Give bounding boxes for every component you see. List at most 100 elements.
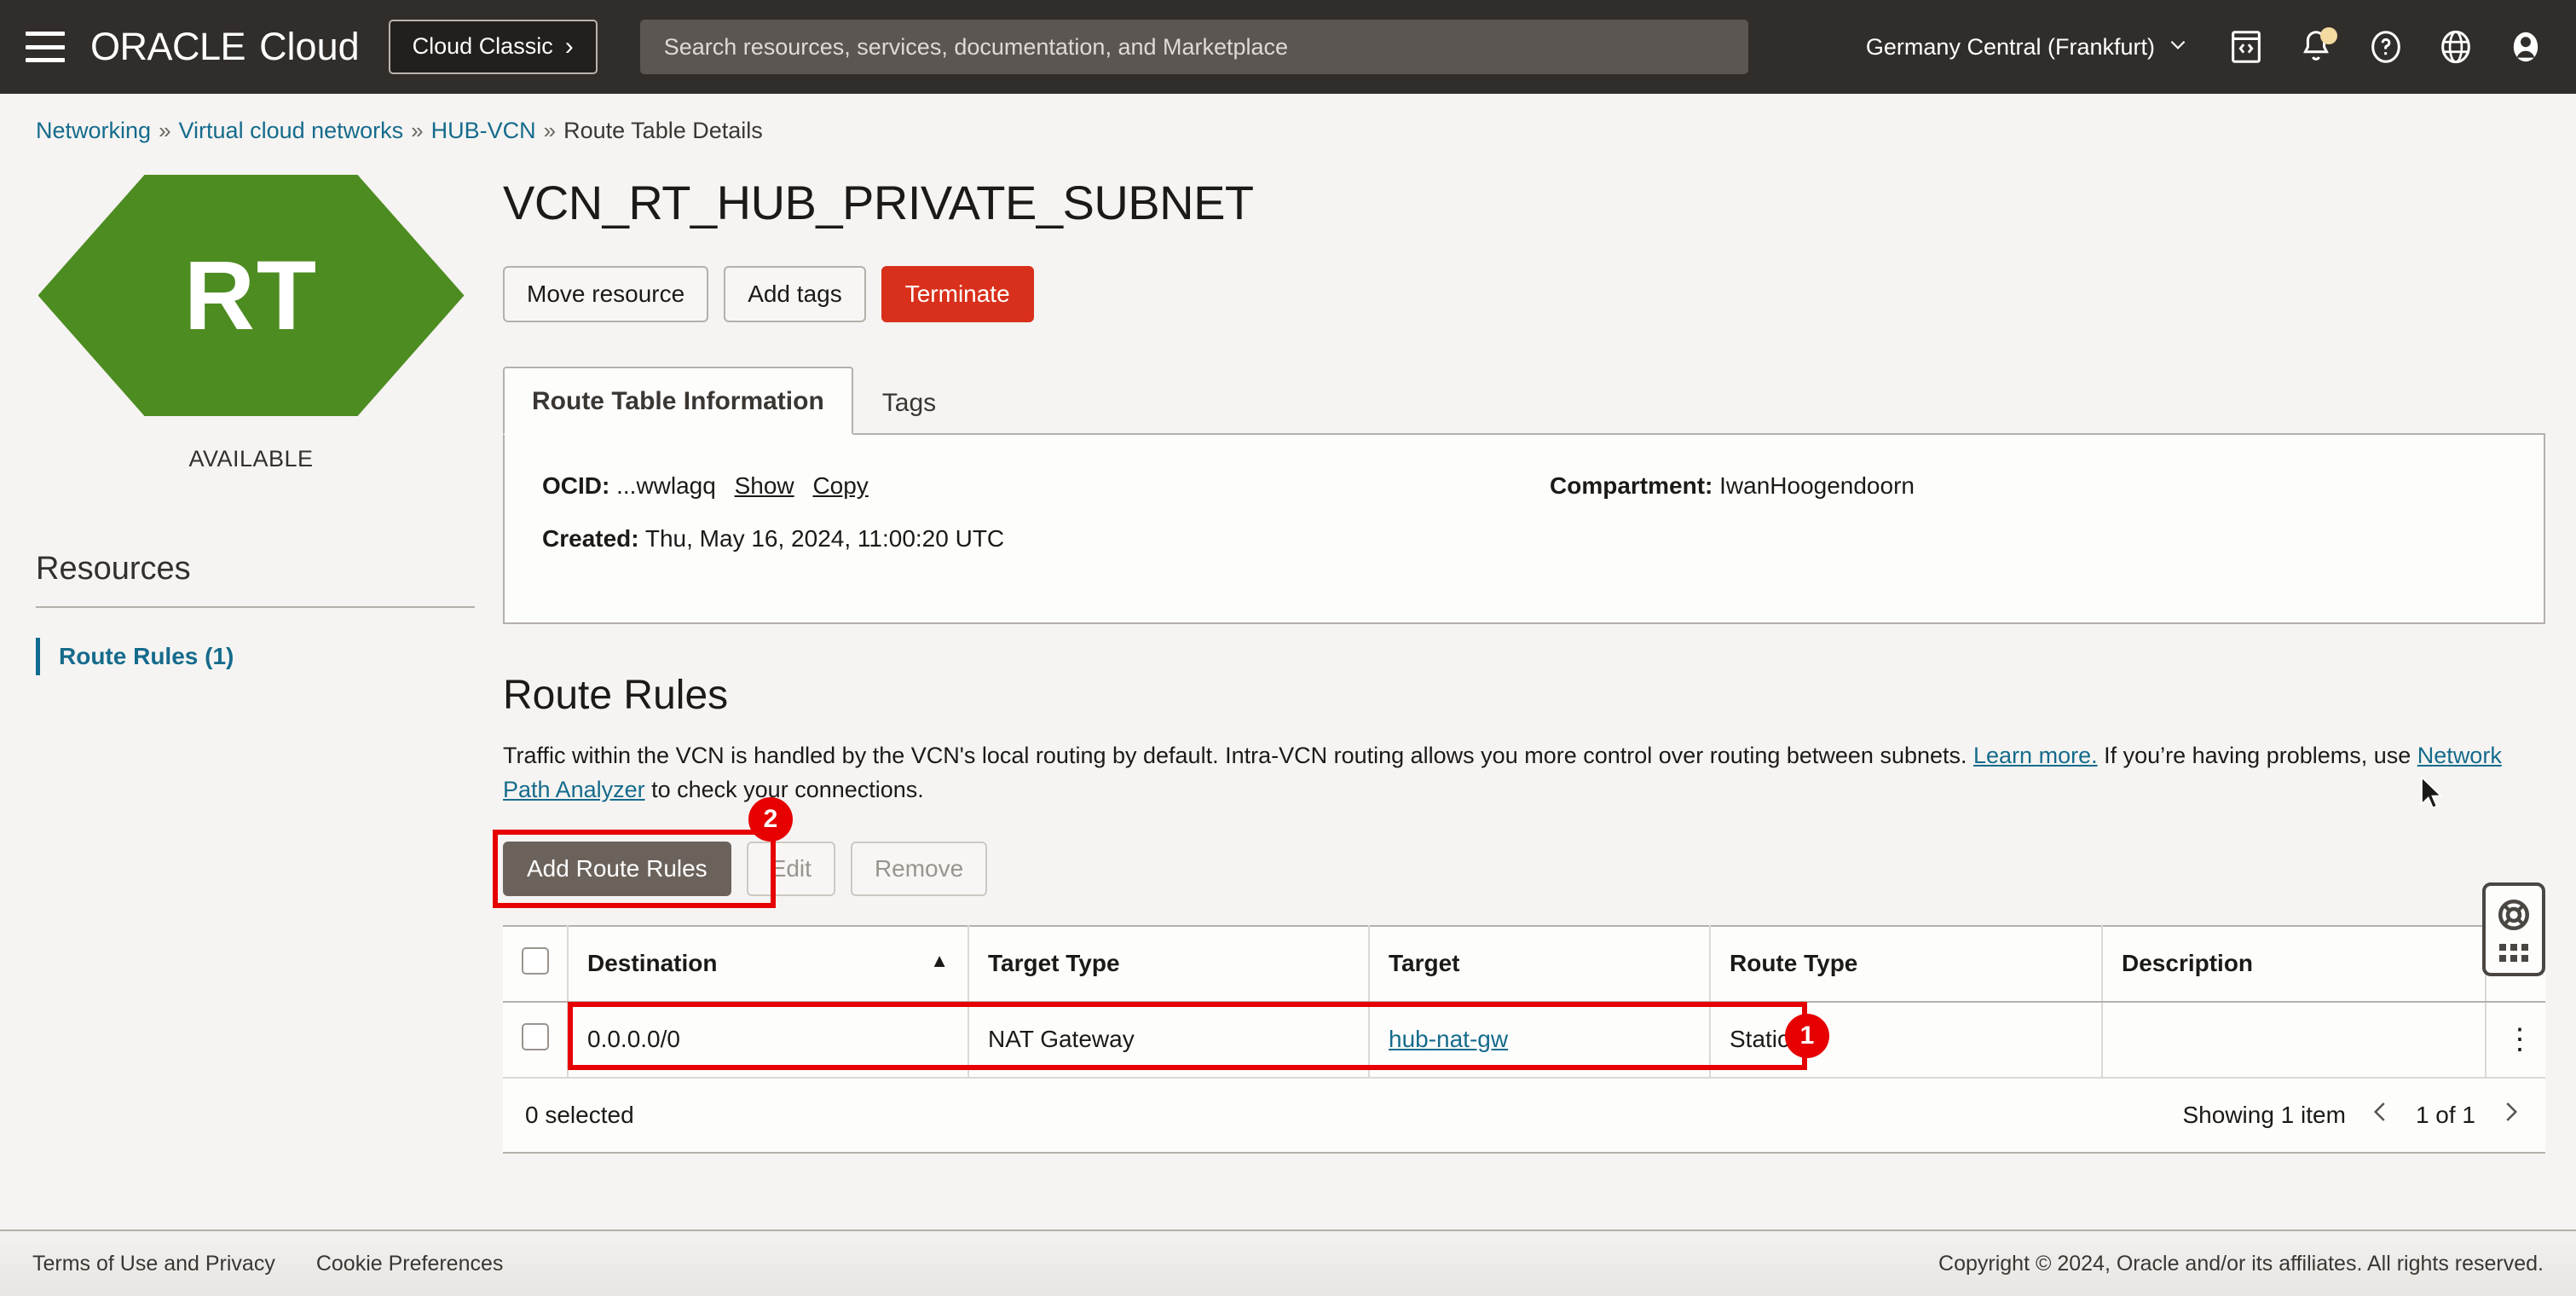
- oracle-wordmark: ORACLE: [90, 25, 246, 68]
- ocid-value: ...wwlagq: [616, 472, 716, 499]
- showing-items-label: Showing 1 item: [2182, 1101, 2346, 1128]
- top-navigation-bar: ORACLE Cloud Cloud Classic › Germany Cen…: [0, 0, 2576, 94]
- breadcrumb-item-hub-vcn[interactable]: HUB-VCN: [431, 118, 536, 144]
- breadcrumb-item-virtual-cloud-networks[interactable]: Virtual cloud networks: [179, 118, 404, 144]
- resources-divider: [36, 606, 475, 608]
- page-action-buttons: Move resource Add tags Terminate: [503, 266, 2545, 322]
- cell-description: [2102, 1001, 2486, 1079]
- annotation-badge-1: 1: [1785, 1013, 1829, 1058]
- page-footer: Terms of Use and Privacy Cookie Preferen…: [0, 1229, 2576, 1296]
- notification-badge: [2320, 27, 2337, 44]
- user-avatar-icon[interactable]: [2506, 27, 2545, 67]
- route-rules-table: Destination ▲ Target Type Target Route T…: [503, 924, 2545, 1079]
- ocid-copy-link[interactable]: Copy: [812, 472, 868, 499]
- row-actions-cell: ⋮: [2486, 1001, 2545, 1079]
- pagination-controls: Showing 1 item 1 of 1: [2183, 1099, 2524, 1131]
- selected-count-label: 0 selected: [525, 1101, 634, 1128]
- lifebuoy-icon: [2496, 897, 2532, 937]
- column-header-description[interactable]: Description: [2102, 924, 2486, 1003]
- table-footer: 0 selected Showing 1 item 1 of 1: [503, 1078, 2545, 1154]
- status-badge: AVAILABLE: [188, 446, 314, 472]
- sidebar-item-label: Route Rules (1): [59, 643, 234, 669]
- column-label-destination: Destination: [587, 950, 718, 976]
- cell-target-type: NAT Gateway: [968, 1001, 1370, 1079]
- add-tags-button[interactable]: Add tags: [724, 266, 866, 322]
- page-title: VCN_RT_HUB_PRIVATE_SUBNET: [503, 176, 1254, 229]
- breadcrumb-separator: »: [411, 118, 424, 143]
- created-field: Created: Thu, May 16, 2024, 11:00:20 UTC: [542, 525, 1499, 553]
- help-question-icon[interactable]: [2366, 27, 2406, 67]
- top-bar-right-actions: Germany Central (Frankfurt): [1866, 27, 2545, 67]
- tab-tags[interactable]: Tags: [853, 368, 965, 435]
- table-row[interactable]: 0.0.0.0/0 NAT Gateway hub-nat-gw Static …: [503, 1001, 2545, 1079]
- row-kebab-menu-icon[interactable]: ⋮: [2505, 1025, 2534, 1053]
- drag-dots-handle[interactable]: [2499, 943, 2528, 962]
- resources-heading: Resources: [36, 551, 191, 587]
- compartment-label: Compartment:: [1550, 472, 1713, 499]
- content-area: VCN_RT_HUB_PRIVATE_SUBNET Move resource …: [493, 175, 2576, 1154]
- oracle-cloud-logo[interactable]: ORACLE Cloud: [90, 25, 360, 69]
- move-resource-button[interactable]: Move resource: [503, 266, 709, 322]
- cell-destination: 0.0.0.0/0: [568, 1001, 969, 1079]
- select-all-checkbox[interactable]: [521, 946, 549, 975]
- main-layout: RT AVAILABLE Resources Route Rules (1) V…: [0, 144, 2576, 1154]
- copyright-text: Copyright © 2024, Oracle and/or its affi…: [1938, 1251, 2544, 1276]
- annotation-badge-2: 2: [748, 796, 793, 842]
- cookie-preferences-link[interactable]: Cookie Preferences: [316, 1252, 504, 1276]
- route-rules-table-wrapper: Destination ▲ Target Type Target Route T…: [503, 882, 2545, 1154]
- row-select-cell: [503, 1001, 569, 1079]
- breadcrumb-separator: »: [159, 118, 171, 143]
- ocid-field: OCID: ...wwlagq Show Copy: [542, 472, 1499, 500]
- help-support-widget[interactable]: [2482, 882, 2545, 976]
- active-indicator: [36, 638, 40, 675]
- route-rules-toolbar: Add Route Rules Edit Remove 2: [493, 796, 2545, 908]
- tab-bar: Route Table Information Tags: [503, 365, 2545, 435]
- row-checkbox[interactable]: [521, 1022, 549, 1050]
- resource-sidebar: RT AVAILABLE Resources Route Rules (1): [0, 175, 503, 1154]
- next-page-button[interactable]: [2498, 1099, 2523, 1131]
- column-header-target-type[interactable]: Target Type: [968, 924, 1370, 1003]
- column-header-route-type[interactable]: Route Type: [1710, 924, 2103, 1003]
- route-rules-description: Traffic within the VCN is handled by the…: [503, 739, 2523, 807]
- previous-page-button[interactable]: [2368, 1099, 2394, 1131]
- compartment-value: IwanHoogendoorn: [1719, 472, 1915, 499]
- breadcrumb: Networking » Virtual cloud networks » HU…: [0, 94, 2576, 144]
- notifications-bell-icon[interactable]: [2296, 27, 2337, 67]
- cloud-classic-button[interactable]: Cloud Classic ›: [388, 20, 598, 74]
- table-header-row: Destination ▲ Target Type Target Route T…: [503, 924, 2545, 1003]
- info-left-column: OCID: ...wwlagq Show Copy Created: Thu, …: [542, 472, 1499, 578]
- sidebar-item-route-rules[interactable]: Route Rules (1): [36, 638, 503, 675]
- breadcrumb-item-current: Route Table Details: [563, 118, 763, 143]
- select-all-header: [503, 924, 569, 1003]
- created-value: Thu, May 16, 2024, 11:00:20 UTC: [644, 524, 1005, 552]
- add-route-rules-button[interactable]: Add Route Rules: [503, 841, 731, 896]
- remove-button[interactable]: Remove: [850, 841, 988, 896]
- hamburger-menu-icon[interactable]: [26, 32, 65, 62]
- terminate-button[interactable]: Terminate: [881, 266, 1034, 322]
- learn-more-link[interactable]: Learn more.: [1973, 743, 2098, 768]
- page-indicator: 1 of 1: [2415, 1101, 2475, 1128]
- ocid-label: OCID:: [542, 472, 610, 499]
- breadcrumb-separator: »: [543, 118, 557, 143]
- cloud-shell-icon[interactable]: [2227, 27, 2266, 67]
- search-input[interactable]: [663, 33, 1724, 61]
- chevron-right-icon: ›: [564, 32, 574, 61]
- edit-button[interactable]: Edit: [746, 841, 835, 896]
- terms-of-use-link[interactable]: Terms of Use and Privacy: [32, 1252, 275, 1276]
- language-globe-icon[interactable]: [2436, 27, 2475, 67]
- description-text-1: Traffic within the VCN is handled by the…: [503, 742, 1974, 768]
- breadcrumb-item-networking[interactable]: Networking: [36, 118, 151, 144]
- column-header-target[interactable]: Target: [1369, 924, 1711, 1003]
- region-selector[interactable]: Germany Central (Frankfurt): [1866, 33, 2189, 61]
- column-header-destination[interactable]: Destination ▲: [568, 924, 969, 1003]
- region-label: Germany Central (Frankfurt): [1865, 33, 2155, 60]
- global-search[interactable]: [639, 20, 1748, 74]
- table-header: Destination ▲ Target Type Target Route T…: [503, 924, 2545, 1003]
- route-rules-heading: Route Rules: [503, 672, 729, 718]
- tab-route-table-information[interactable]: Route Table Information: [503, 366, 853, 435]
- cell-target: hub-nat-gw: [1369, 1001, 1711, 1079]
- ocid-show-link[interactable]: Show: [735, 472, 794, 499]
- cloud-classic-label: Cloud Classic: [412, 33, 553, 59]
- route-table-information-panel: OCID: ...wwlagq Show Copy Created: Thu, …: [503, 432, 2545, 624]
- target-link-hub-nat-gw[interactable]: hub-nat-gw: [1389, 1026, 1508, 1052]
